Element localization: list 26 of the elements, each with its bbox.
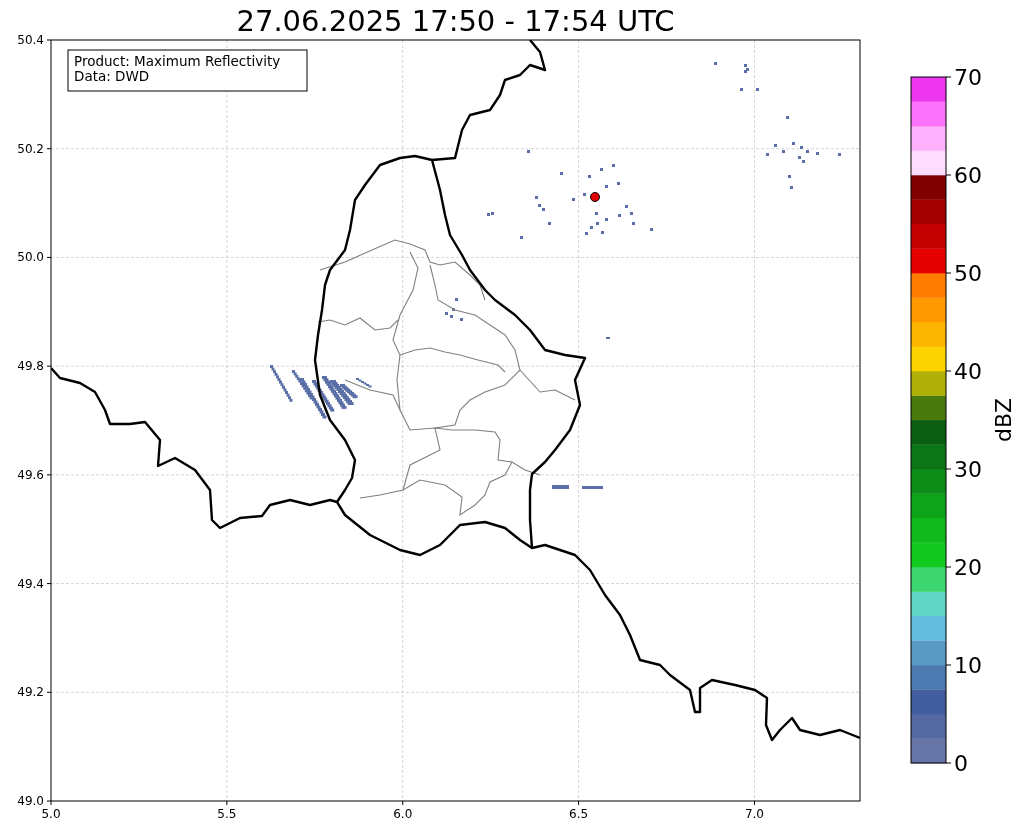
x-tick-label: 5.5: [217, 807, 237, 821]
y-tick-label: 50.2: [17, 141, 44, 156]
colorbar-tick-label: 60: [954, 163, 982, 188]
y-tick-label: 49.8: [17, 359, 44, 374]
y-tick-label: 49.6: [17, 467, 44, 482]
colorbar-tick-label: 30: [954, 457, 982, 482]
y-tick-label: 49.0: [17, 794, 44, 808]
colorbar-label: dBZ: [991, 397, 1016, 443]
colorbar-tick-label: 10: [954, 653, 982, 678]
colorbar-tick-label: 40: [954, 359, 982, 384]
chart-title: 27.06.2025 17:50 - 17:54 UTC: [236, 4, 675, 38]
x-tick-label: 6.0: [393, 807, 413, 821]
colorbar-tick-label: 70: [954, 65, 982, 90]
colorbar-tick-label: 0: [954, 751, 968, 776]
x-tick-label: 6.5: [569, 807, 589, 821]
x-tick-label: 5.0: [41, 807, 61, 821]
y-tick-label: 49.2: [17, 685, 44, 700]
x-tick-label: 7.0: [744, 807, 765, 821]
legend-text: Product: Maximum Reflectivity: [74, 53, 281, 69]
radar-site-marker: [590, 192, 600, 202]
legend-text: Data: DWD: [74, 68, 150, 84]
y-tick-label: 49.4: [17, 576, 44, 591]
y-tick-label: 50.4: [17, 33, 44, 47]
colorbar-tick-label: 50: [954, 261, 982, 286]
colorbar-tick-label: 20: [954, 555, 982, 580]
y-tick-label: 50.0: [17, 250, 44, 265]
